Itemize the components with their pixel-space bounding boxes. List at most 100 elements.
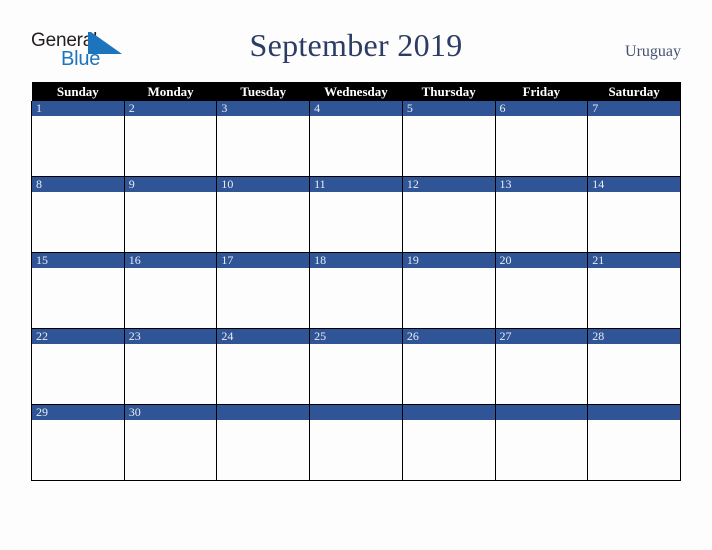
calendar-day-number: 12 [402, 177, 495, 192]
calendar-day-cell[interactable]: 13 [494, 176, 589, 253]
calendar-day-cell[interactable]: 17 [216, 252, 311, 329]
calendar-body: 1 2 3 4 5 6 7 8 9 10 11 12 13 14 15 16 17 18 19 20 21 22 23 24 2… [31, 101, 681, 481]
calendar-day-cell[interactable]: 24 [216, 328, 311, 405]
page-title: September 2019 [249, 27, 463, 63]
calendar-day-events [217, 116, 309, 176]
calendar-day-cell[interactable]: 25 [309, 328, 403, 405]
page-header: General Blue September 2019 Uruguay [0, 0, 712, 82]
weekday-header-friday: Friday [495, 82, 588, 101]
calendar-day-cell[interactable]: 1 [31, 101, 125, 177]
calendar-day-events [310, 268, 402, 328]
calendar-day-events [310, 420, 402, 480]
calendar-day-events [403, 344, 495, 404]
calendar-day-cell[interactable]: 2 [123, 101, 218, 177]
calendar-day-number: 30 [124, 405, 217, 420]
calendar-day-number: 11 [310, 177, 402, 192]
calendar-day-number: 20 [495, 253, 588, 268]
calendar-day-cell[interactable]: 16 [123, 252, 218, 329]
calendar-day-events [310, 116, 402, 176]
calendar-day-cell[interactable]: 23 [123, 328, 218, 405]
calendar-day-events [496, 192, 588, 252]
calendar-day-number: 28 [588, 329, 680, 344]
calendar-day-cell[interactable]: 9 [123, 176, 218, 253]
calendar-day-cell[interactable] [216, 404, 311, 481]
calendar-day-cell[interactable]: 19 [401, 252, 496, 329]
calendar-day-events [125, 192, 217, 252]
calendar-day-number: 17 [217, 253, 310, 268]
calendar-day-cell[interactable]: 8 [31, 176, 125, 253]
calendar-day-cell[interactable]: 15 [31, 252, 125, 329]
calendar-day-number: 19 [402, 253, 495, 268]
calendar-day-events [496, 116, 588, 176]
calendar-day-cell[interactable] [494, 404, 589, 481]
calendar-day-cell[interactable]: 6 [494, 101, 589, 177]
calendar-day-cell[interactable] [587, 404, 681, 481]
calendar-day-cell[interactable]: 18 [309, 252, 403, 329]
calendar-day-events [125, 116, 217, 176]
calendar-day-events [588, 192, 680, 252]
calendar-day-cell[interactable]: 7 [587, 101, 681, 177]
calendar-day-number: 14 [588, 177, 680, 192]
calendar-day-events [310, 192, 402, 252]
calendar-day-events [217, 420, 309, 480]
calendar-week-row: 8 9 10 11 12 13 14 [31, 176, 681, 253]
calendar-day-events [496, 420, 588, 480]
calendar-weekday-header-row: Sunday Monday Tuesday Wednesday Thursday… [31, 82, 681, 101]
calendar-day-cell[interactable]: 3 [216, 101, 311, 177]
calendar-week-row: 15 16 17 18 19 20 21 [31, 252, 681, 329]
calendar-day-cell[interactable]: 21 [587, 252, 681, 329]
calendar-day-number [588, 405, 680, 420]
calendar-day-number: 10 [217, 177, 310, 192]
calendar-day-events [588, 268, 680, 328]
calendar-day-events [32, 420, 124, 480]
weekday-header-saturday: Saturday [587, 82, 681, 101]
calendar-day-cell[interactable]: 27 [494, 328, 589, 405]
calendar-day-cell[interactable]: 5 [401, 101, 496, 177]
calendar-day-number: 3 [217, 101, 310, 116]
calendar-day-number: 23 [124, 329, 217, 344]
calendar-day-events [125, 344, 217, 404]
calendar-day-number: 4 [310, 101, 402, 116]
calendar-week-row: 29 30 [31, 404, 681, 481]
calendar-day-events [588, 420, 680, 480]
calendar-day-cell[interactable]: 14 [587, 176, 681, 253]
calendar-day-events [403, 192, 495, 252]
calendar-day-cell[interactable]: 10 [216, 176, 311, 253]
weekday-header-wednesday: Wednesday [309, 82, 403, 101]
calendar-day-number: 8 [32, 177, 124, 192]
calendar-day-cell[interactable] [401, 404, 496, 481]
calendar-week-row: 22 23 24 25 26 27 28 [31, 328, 681, 405]
calendar-day-events [310, 344, 402, 404]
calendar-day-cell[interactable]: 4 [309, 101, 403, 177]
calendar-day-number: 21 [588, 253, 680, 268]
calendar-day-cell[interactable]: 28 [587, 328, 681, 405]
calendar-day-cell[interactable]: 29 [31, 404, 125, 481]
country-label: Uruguay [625, 43, 681, 60]
calendar-day-number: 29 [32, 405, 124, 420]
weekday-header-tuesday: Tuesday [216, 82, 310, 101]
calendar-day-number: 27 [495, 329, 588, 344]
calendar-day-cell[interactable]: 26 [401, 328, 496, 405]
calendar-day-number: 22 [32, 329, 124, 344]
weekday-header-monday: Monday [124, 82, 217, 101]
calendar-day-events [32, 344, 124, 404]
calendar-day-events [496, 344, 588, 404]
calendar-day-cell[interactable] [309, 404, 403, 481]
calendar-day-cell[interactable]: 30 [123, 404, 218, 481]
calendar-day-cell[interactable]: 20 [494, 252, 589, 329]
weekday-header-thursday: Thursday [402, 82, 496, 101]
calendar-day-cell[interactable]: 12 [401, 176, 496, 253]
calendar-grid: Sunday Monday Tuesday Wednesday Thursday… [31, 82, 681, 481]
calendar-day-number: 15 [32, 253, 124, 268]
calendar-day-cell[interactable]: 11 [309, 176, 403, 253]
calendar-day-number: 7 [588, 101, 680, 116]
calendar-day-events [403, 116, 495, 176]
calendar-day-cell[interactable]: 22 [31, 328, 125, 405]
weekday-header-sunday: Sunday [31, 82, 125, 101]
calendar-week-row: 1234567 [31, 101, 681, 177]
calendar-day-number [217, 405, 310, 420]
calendar-day-events [217, 192, 309, 252]
calendar-day-events [125, 420, 217, 480]
calendar-day-events [588, 116, 680, 176]
calendar-day-number: 16 [124, 253, 217, 268]
